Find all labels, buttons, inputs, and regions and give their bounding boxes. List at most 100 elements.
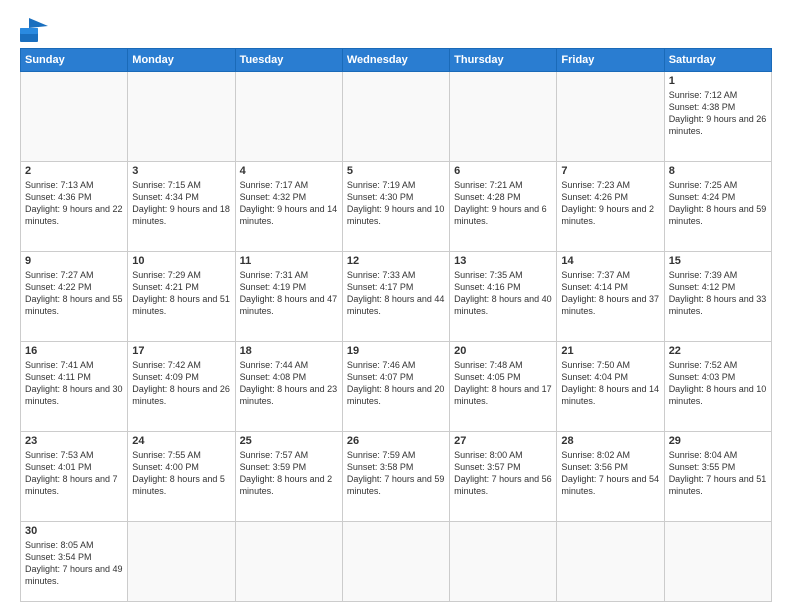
day-header-thursday: Thursday: [450, 49, 557, 72]
calendar-header-row: SundayMondayTuesdayWednesdayThursdayFrid…: [21, 49, 772, 72]
calendar-cell: 14 Sunrise: 7:37 AM Sunset: 4:14 PM Dayli…: [557, 251, 664, 341]
day-info: Sunrise: 7:55 AM Sunset: 4:00 PM Dayligh…: [132, 449, 230, 498]
calendar-cell: [557, 521, 664, 601]
day-info: Sunrise: 7:33 AM Sunset: 4:17 PM Dayligh…: [347, 269, 445, 318]
day-number: 27: [454, 435, 552, 447]
calendar-cell: 24 Sunrise: 7:55 AM Sunset: 4:00 PM Dayli…: [128, 431, 235, 521]
day-number: 24: [132, 435, 230, 447]
day-number: 30: [25, 525, 123, 537]
calendar-cell: 7Sunrise: 7:23 AM Sunset: 4:26 PM Daylig…: [557, 161, 664, 251]
calendar-table: SundayMondayTuesdayWednesdayThursdayFrid…: [20, 48, 772, 602]
day-number: 8: [669, 165, 767, 177]
calendar-cell: [21, 72, 128, 162]
day-header-sunday: Sunday: [21, 49, 128, 72]
day-info: Sunrise: 7:50 AM Sunset: 4:04 PM Dayligh…: [561, 359, 659, 408]
calendar-week-0: 1 Sunrise: 7:12 AM Sunset: 4:38 PM Daylig…: [21, 72, 772, 162]
calendar-cell: 28Sunrise: 8:02 AM Sunset: 3:56 PM Dayli…: [557, 431, 664, 521]
day-info: Sunrise: 7:44 AM Sunset: 4:08 PM Dayligh…: [240, 359, 338, 408]
calendar-cell: 23 Sunrise: 7:53 AM Sunset: 4:01 PM Dayli…: [21, 431, 128, 521]
day-header-monday: Monday: [128, 49, 235, 72]
calendar-cell: 18 Sunrise: 7:44 AM Sunset: 4:08 PM Dayli…: [235, 341, 342, 431]
day-info: Sunrise: 8:04 AM Sunset: 3:55 PM Dayligh…: [669, 449, 767, 498]
day-number: 18: [240, 345, 338, 357]
day-number: 19: [347, 345, 445, 357]
day-info: Sunrise: 7:39 AM Sunset: 4:12 PM Dayligh…: [669, 269, 767, 318]
calendar-cell: 29 Sunrise: 8:04 AM Sunset: 3:55 PM Dayli…: [664, 431, 771, 521]
day-number: 1: [669, 75, 767, 87]
day-info: Sunrise: 7:52 AM Sunset: 4:03 PM Dayligh…: [669, 359, 767, 408]
calendar-cell: 15 Sunrise: 7:39 AM Sunset: 4:12 PM Dayli…: [664, 251, 771, 341]
day-number: 25: [240, 435, 338, 447]
day-number: 21: [561, 345, 659, 357]
calendar-week-3: 16Sunrise: 7:41 AM Sunset: 4:11 PM Dayli…: [21, 341, 772, 431]
day-info: Sunrise: 7:37 AM Sunset: 4:14 PM Dayligh…: [561, 269, 659, 318]
calendar-cell: [128, 521, 235, 601]
day-info: Sunrise: 7:15 AM Sunset: 4:34 PM Dayligh…: [132, 179, 230, 228]
day-info: Sunrise: 7:46 AM Sunset: 4:07 PM Dayligh…: [347, 359, 445, 408]
day-number: 26: [347, 435, 445, 447]
day-info: Sunrise: 7:59 AM Sunset: 3:58 PM Dayligh…: [347, 449, 445, 498]
calendar-cell: [557, 72, 664, 162]
calendar-cell: 2 Sunrise: 7:13 AM Sunset: 4:36 PM Daylig…: [21, 161, 128, 251]
calendar-cell: 19 Sunrise: 7:46 AM Sunset: 4:07 PM Dayli…: [342, 341, 449, 431]
day-info: Sunrise: 7:12 AM Sunset: 4:38 PM Dayligh…: [669, 89, 767, 138]
calendar-cell: [128, 72, 235, 162]
day-info: Sunrise: 7:25 AM Sunset: 4:24 PM Dayligh…: [669, 179, 767, 228]
day-info: Sunrise: 7:13 AM Sunset: 4:36 PM Dayligh…: [25, 179, 123, 228]
day-info: Sunrise: 7:17 AM Sunset: 4:32 PM Dayligh…: [240, 179, 338, 228]
calendar-cell: 16Sunrise: 7:41 AM Sunset: 4:11 PM Dayli…: [21, 341, 128, 431]
day-number: 14: [561, 255, 659, 267]
day-info: Sunrise: 7:27 AM Sunset: 4:22 PM Dayligh…: [25, 269, 123, 318]
day-info: Sunrise: 7:57 AM Sunset: 3:59 PM Dayligh…: [240, 449, 338, 498]
day-number: 29: [669, 435, 767, 447]
day-info: Sunrise: 7:35 AM Sunset: 4:16 PM Dayligh…: [454, 269, 552, 318]
day-number: 13: [454, 255, 552, 267]
calendar-week-2: 9Sunrise: 7:27 AM Sunset: 4:22 PM Daylig…: [21, 251, 772, 341]
day-info: Sunrise: 8:05 AM Sunset: 3:54 PM Dayligh…: [25, 539, 123, 588]
day-number: 2: [25, 165, 123, 177]
calendar-cell: 30 Sunrise: 8:05 AM Sunset: 3:54 PM Dayli…: [21, 521, 128, 601]
calendar-cell: 20 Sunrise: 7:48 AM Sunset: 4:05 PM Dayli…: [450, 341, 557, 431]
calendar-cell: [342, 521, 449, 601]
day-header-saturday: Saturday: [664, 49, 771, 72]
day-number: 4: [240, 165, 338, 177]
day-number: 20: [454, 345, 552, 357]
calendar-cell: 6Sunrise: 7:21 AM Sunset: 4:28 PM Daylig…: [450, 161, 557, 251]
calendar-cell: 5 Sunrise: 7:19 AM Sunset: 4:30 PM Daylig…: [342, 161, 449, 251]
calendar-cell: 4 Sunrise: 7:17 AM Sunset: 4:32 PM Daylig…: [235, 161, 342, 251]
page: SundayMondayTuesdayWednesdayThursdayFrid…: [0, 0, 792, 612]
day-info: Sunrise: 7:19 AM Sunset: 4:30 PM Dayligh…: [347, 179, 445, 228]
logo: [20, 18, 52, 42]
calendar-cell: [235, 521, 342, 601]
calendar-cell: [664, 521, 771, 601]
calendar-cell: 8 Sunrise: 7:25 AM Sunset: 4:24 PM Daylig…: [664, 161, 771, 251]
calendar-week-1: 2 Sunrise: 7:13 AM Sunset: 4:36 PM Daylig…: [21, 161, 772, 251]
header: [20, 18, 772, 42]
day-info: Sunrise: 7:42 AM Sunset: 4:09 PM Dayligh…: [132, 359, 230, 408]
day-number: 10: [132, 255, 230, 267]
day-info: Sunrise: 7:29 AM Sunset: 4:21 PM Dayligh…: [132, 269, 230, 318]
calendar-cell: 9Sunrise: 7:27 AM Sunset: 4:22 PM Daylig…: [21, 251, 128, 341]
day-header-friday: Friday: [557, 49, 664, 72]
calendar-cell: 21 Sunrise: 7:50 AM Sunset: 4:04 PM Dayli…: [557, 341, 664, 431]
day-number: 15: [669, 255, 767, 267]
calendar-week-5: 30 Sunrise: 8:05 AM Sunset: 3:54 PM Dayli…: [21, 521, 772, 601]
day-info: Sunrise: 7:48 AM Sunset: 4:05 PM Dayligh…: [454, 359, 552, 408]
day-info: Sunrise: 7:41 AM Sunset: 4:11 PM Dayligh…: [25, 359, 123, 408]
day-info: Sunrise: 7:53 AM Sunset: 4:01 PM Dayligh…: [25, 449, 123, 498]
day-number: 22: [669, 345, 767, 357]
calendar-cell: 25 Sunrise: 7:57 AM Sunset: 3:59 PM Dayli…: [235, 431, 342, 521]
day-number: 7: [561, 165, 659, 177]
calendar-cell: 10 Sunrise: 7:29 AM Sunset: 4:21 PM Dayli…: [128, 251, 235, 341]
day-number: 12: [347, 255, 445, 267]
calendar-cell: 13 Sunrise: 7:35 AM Sunset: 4:16 PM Dayli…: [450, 251, 557, 341]
calendar-cell: 22 Sunrise: 7:52 AM Sunset: 4:03 PM Dayli…: [664, 341, 771, 431]
calendar-week-4: 23 Sunrise: 7:53 AM Sunset: 4:01 PM Dayli…: [21, 431, 772, 521]
day-header-tuesday: Tuesday: [235, 49, 342, 72]
day-number: 5: [347, 165, 445, 177]
logo-icon: [20, 18, 48, 42]
calendar-cell: 17Sunrise: 7:42 AM Sunset: 4:09 PM Dayli…: [128, 341, 235, 431]
calendar-cell: [450, 72, 557, 162]
day-number: 23: [25, 435, 123, 447]
day-number: 3: [132, 165, 230, 177]
